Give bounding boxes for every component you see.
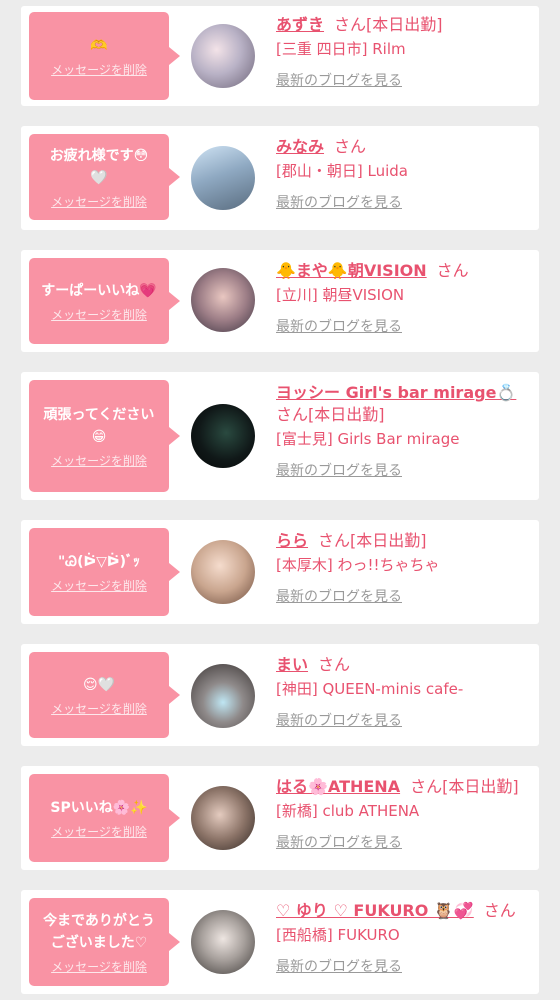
- shop-name: [神田] QUEEN-minis cafe-: [276, 680, 464, 698]
- message-bubble: 🫶 メッセージを削除: [29, 12, 180, 100]
- message-text: "Ꮚ(ᐖ▽ᐖ)ﾞｯ: [58, 553, 140, 570]
- latest-blog-link[interactable]: 最新のブログを見る: [276, 192, 531, 212]
- message-text: 😌🤍: [82, 676, 116, 693]
- honorific: さん: [318, 531, 351, 550]
- message-bubble: 今までありがとう ございました♡ メッセージを削除: [29, 898, 180, 986]
- shop-name: [三重 四日市] Rilm: [276, 40, 406, 58]
- list-item: "Ꮚ(ᐖ▽ᐖ)ﾞｯ メッセージを削除 らら さん[本日出勤] [本厚木] わっ!!…: [21, 520, 539, 624]
- avatar[interactable]: [191, 664, 255, 728]
- profile-info: らら さん[本日出勤] [本厚木] わっ!!ちゃちゃ 最新のブログを見る: [276, 530, 531, 606]
- message-text: 🫶: [90, 37, 108, 54]
- profile-name-link[interactable]: 🐥まや🐥朝VISION: [276, 261, 427, 280]
- honorific: さん: [483, 901, 516, 920]
- profile-name-link[interactable]: まい: [276, 655, 308, 674]
- avatar[interactable]: [191, 146, 255, 210]
- message-text: 今までありがとう ございました♡: [43, 912, 155, 951]
- profile-name-link[interactable]: らら: [276, 531, 308, 550]
- avatar[interactable]: [191, 910, 255, 974]
- honorific: さん: [276, 405, 309, 424]
- list-item: 😌🤍 メッセージを削除 まい さん [神田] QUEEN-minis cafe- …: [21, 644, 539, 746]
- list-item: すーぱーいいね💗 メッセージを削除 🐥まや🐥朝VISION さん [立川] 朝昼V…: [21, 250, 539, 352]
- shop-name: [立川] 朝昼VISION: [276, 286, 405, 304]
- avatar[interactable]: [191, 540, 255, 604]
- delete-message-link[interactable]: メッセージを削除: [51, 958, 147, 975]
- profile-info: まい さん [神田] QUEEN-minis cafe- 最新のブログを見る: [276, 654, 531, 730]
- status-badge: [本日出勤]: [366, 15, 443, 34]
- profile-info: 🐥まや🐥朝VISION さん [立川] 朝昼VISION 最新のブログを見る: [276, 260, 531, 336]
- shop-name: [西船橋] FUKURO: [276, 926, 400, 944]
- honorific: さん: [334, 137, 367, 156]
- delete-message-link[interactable]: メッセージを削除: [51, 306, 147, 323]
- status-badge: [本日出勤]: [350, 531, 427, 550]
- shop-name: [新橋] club ATHENA: [276, 802, 420, 820]
- message-list: 🫶 メッセージを削除 あずき さん[本日出勤] [三重 四日市] Rilm 最新の…: [0, 0, 560, 1000]
- shop-name: [富士見] Girls Bar mirage: [276, 430, 460, 448]
- avatar[interactable]: [191, 268, 255, 332]
- shop-name: [本厚木] わっ!!ちゃちゃ: [276, 556, 440, 574]
- status-badge: [本日出勤]: [308, 405, 385, 424]
- shop-name: [郡山・朝日] Luida: [276, 162, 408, 180]
- honorific: さん: [436, 261, 469, 280]
- message-text: すーぱーいいね💗: [41, 282, 157, 299]
- delete-message-link[interactable]: メッセージを削除: [51, 577, 147, 594]
- latest-blog-link[interactable]: 最新のブログを見る: [276, 316, 531, 336]
- profile-name-link[interactable]: はる🌸ATHENA: [276, 777, 400, 796]
- profile-name-link[interactable]: あずき: [276, 15, 324, 34]
- list-item: 頑張ってください 😁 メッセージを削除 ヨッシー Girl's bar mira…: [21, 372, 539, 500]
- honorific: さん: [318, 655, 351, 674]
- profile-name-link[interactable]: みなみ: [276, 137, 324, 156]
- latest-blog-link[interactable]: 最新のブログを見る: [276, 832, 531, 852]
- delete-message-link[interactable]: メッセージを削除: [51, 193, 147, 210]
- honorific: さん: [334, 15, 367, 34]
- message-bubble: SPいいね🌸✨ メッセージを削除: [29, 774, 180, 862]
- profile-info: みなみ さん [郡山・朝日] Luida 最新のブログを見る: [276, 136, 531, 212]
- message-bubble: すーぱーいいね💗 メッセージを削除: [29, 258, 180, 344]
- profile-info: はる🌸ATHENA さん[本日出勤] [新橋] club ATHENA 最新のブロ…: [276, 776, 531, 852]
- delete-message-link[interactable]: メッセージを削除: [51, 452, 147, 469]
- profile-info: ♡ ゆり ♡ FUKURO 🦉💞 さん [西船橋] FUKURO 最新のブログを見…: [276, 900, 531, 976]
- message-bubble: 頑張ってください 😁 メッセージを削除: [29, 380, 180, 492]
- honorific: さん: [410, 777, 443, 796]
- message-bubble: お疲れ様です😳 🤍 メッセージを削除: [29, 134, 180, 220]
- latest-blog-link[interactable]: 最新のブログを見る: [276, 70, 531, 90]
- status-badge: [本日出勤]: [442, 777, 519, 796]
- message-bubble: 😌🤍 メッセージを削除: [29, 652, 180, 738]
- list-item: お疲れ様です😳 🤍 メッセージを削除 みなみ さん [郡山・朝日] Luida 最…: [21, 126, 539, 230]
- profile-name-link[interactable]: ♡ ゆり ♡ FUKURO 🦉💞: [276, 901, 474, 920]
- profile-info: ヨッシー Girl's bar mirage💍 さん[本日出勤] [富士見] Gi…: [276, 382, 531, 480]
- list-item: 今までありがとう ございました♡ メッセージを削除 ♡ ゆり ♡ FUKURO …: [21, 890, 539, 994]
- message-text: SPいいね🌸✨: [50, 799, 148, 816]
- avatar[interactable]: [191, 24, 255, 88]
- avatar[interactable]: [191, 404, 255, 468]
- message-bubble: "Ꮚ(ᐖ▽ᐖ)ﾞｯ メッセージを削除: [29, 528, 180, 616]
- delete-message-link[interactable]: メッセージを削除: [51, 700, 147, 717]
- latest-blog-link[interactable]: 最新のブログを見る: [276, 710, 531, 730]
- delete-message-link[interactable]: メッセージを削除: [51, 823, 147, 840]
- message-text: お疲れ様です😳 🤍: [49, 147, 149, 186]
- latest-blog-link[interactable]: 最新のブログを見る: [276, 460, 531, 480]
- list-item: 🫶 メッセージを削除 あずき さん[本日出勤] [三重 四日市] Rilm 最新の…: [21, 6, 539, 106]
- latest-blog-link[interactable]: 最新のブログを見る: [276, 586, 531, 606]
- profile-info: あずき さん[本日出勤] [三重 四日市] Rilm 最新のブログを見る: [276, 14, 531, 90]
- latest-blog-link[interactable]: 最新のブログを見る: [276, 956, 531, 976]
- message-text: 頑張ってください 😁: [43, 406, 155, 445]
- list-item: SPいいね🌸✨ メッセージを削除 はる🌸ATHENA さん[本日出勤] [新橋] …: [21, 766, 539, 870]
- avatar[interactable]: [191, 786, 255, 850]
- delete-message-link[interactable]: メッセージを削除: [51, 61, 147, 78]
- profile-name-link[interactable]: ヨッシー Girl's bar mirage💍: [276, 383, 516, 402]
